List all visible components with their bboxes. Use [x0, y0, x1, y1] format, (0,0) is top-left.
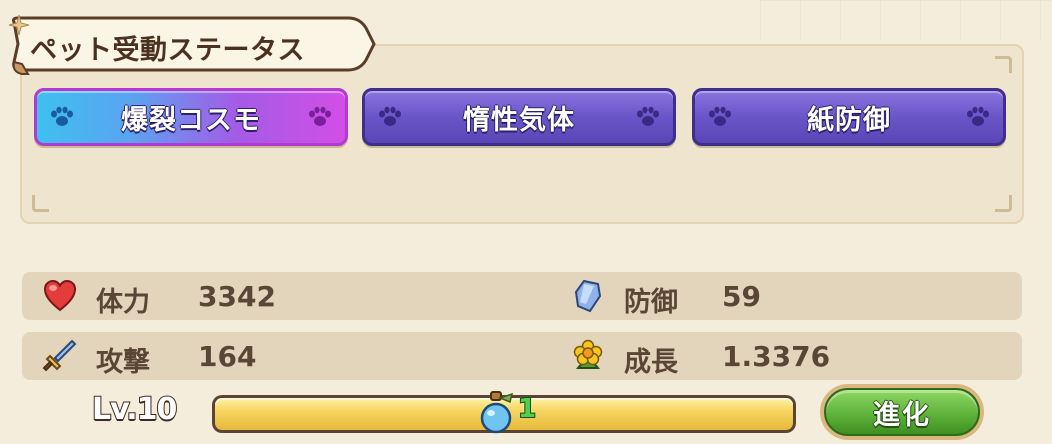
stat-label-hp: 体力	[96, 287, 150, 318]
stat-label-growth: 成長	[624, 347, 678, 378]
stat-value-defense: 59	[722, 280, 761, 313]
stat-value-hp: 3342	[198, 280, 276, 313]
shield-crystal-icon	[574, 279, 602, 313]
skill-label: 爆裂コスモ	[121, 104, 261, 136]
flower-icon	[573, 339, 603, 369]
skill-label: 紙防御	[807, 104, 891, 136]
corner-ornament	[32, 195, 49, 212]
panel-title: ペット受動ステータス	[30, 35, 305, 66]
evolve-button-label: 進化	[873, 399, 931, 431]
stat-row-hp-defense: 体力 3342 防御 59	[22, 272, 1022, 320]
paw-icon	[51, 106, 73, 126]
paw-icon	[309, 106, 331, 126]
paw-icon	[709, 106, 731, 126]
corner-ornament	[995, 195, 1012, 212]
skill-button-kami-bougyo[interactable]: 紙防御	[692, 88, 1006, 146]
panel-title-tag: ペット受動ステータス	[8, 14, 376, 75]
evolve-button-face[interactable]: 進化	[824, 388, 980, 436]
paw-icon	[967, 106, 989, 126]
stat-label-defense: 防御	[624, 287, 678, 318]
pet-passive-status-panel: ペット受動ステータス 爆裂コスモ 惰性気体 紙防御 体力 3342 防御 59 …	[0, 0, 1052, 444]
background-pattern	[760, 0, 1052, 40]
stat-value-attack: 164	[198, 340, 257, 373]
skill-label: 惰性気体	[463, 104, 575, 136]
stat-value-growth: 1.3376	[722, 340, 831, 373]
stat-label-attack: 攻撃	[96, 347, 150, 378]
potion-icon[interactable]	[472, 388, 520, 436]
sword-icon	[42, 339, 77, 372]
heart-icon	[43, 279, 77, 312]
potion-count: 1	[517, 393, 537, 425]
stat-row-attack-growth: 攻撃 164 成長 1.3376	[22, 332, 1022, 380]
paw-icon	[379, 106, 401, 126]
sparkle-icon	[8, 14, 30, 36]
skill-button-dasei-kitai[interactable]: 惰性気体	[362, 88, 676, 146]
evolve-button[interactable]: 進化	[820, 384, 984, 440]
skill-button-bakuretsu-cosmo[interactable]: 爆裂コスモ	[34, 88, 348, 146]
paw-icon	[637, 106, 659, 126]
corner-ornament	[995, 56, 1012, 73]
level-indicator: Lv.10	[91, 391, 178, 428]
